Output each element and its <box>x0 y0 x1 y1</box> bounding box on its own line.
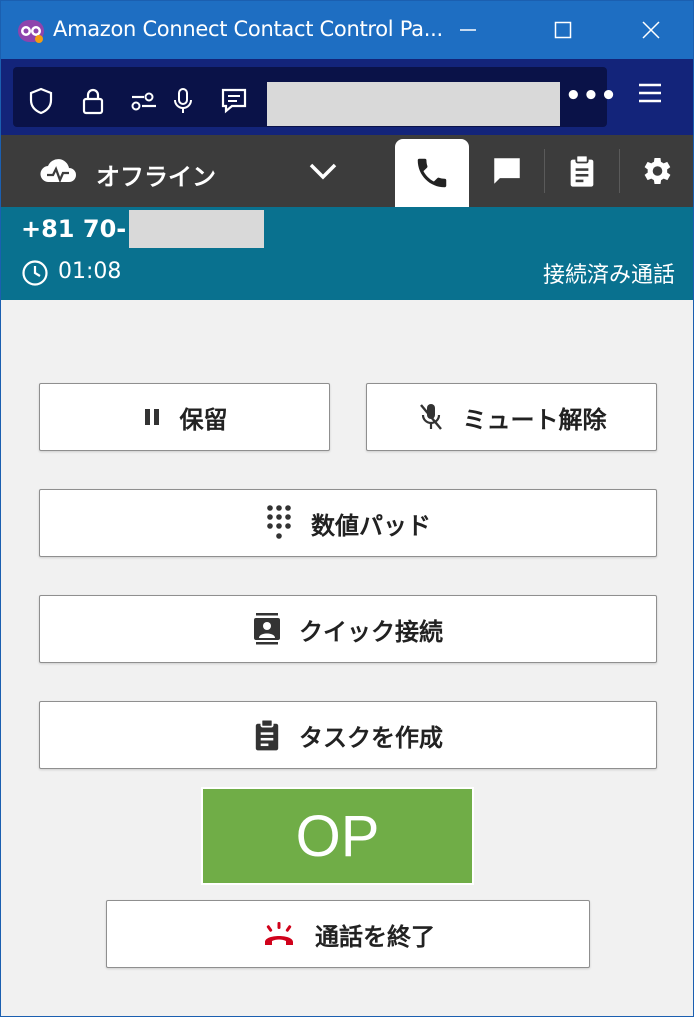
create-task-label: タスクを作成 <box>299 723 443 752</box>
browser-toolbar: ••• <box>1 59 693 135</box>
unmute-button[interactable]: ミュート解除 <box>366 383 657 451</box>
address-bar[interactable]: ••• <box>13 67 617 127</box>
contact-book-icon <box>254 613 280 645</box>
lock-icon[interactable] <box>79 87 107 115</box>
create-task-button[interactable]: タスクを作成 <box>39 701 657 769</box>
ccp-header: オフライン <box>1 135 693 207</box>
maximize-icon <box>554 21 572 39</box>
clipboard-icon <box>255 718 279 751</box>
hamburger-menu-icon[interactable] <box>637 82 663 108</box>
phone-number-redacted <box>129 210 264 248</box>
tab-phone[interactable] <box>395 139 469 207</box>
clock-icon <box>21 259 49 291</box>
microphone-muted-icon <box>419 404 442 430</box>
quick-connect-label: クイック接続 <box>299 617 443 646</box>
tab-chat[interactable] <box>471 135 543 207</box>
close-button[interactable] <box>631 11 671 49</box>
shield-icon[interactable] <box>27 87 55 115</box>
minimize-button[interactable] <box>448 11 488 49</box>
quick-connect-button[interactable]: クイック接続 <box>39 595 657 663</box>
close-icon <box>642 21 660 39</box>
chevron-down-icon[interactable] <box>307 159 339 187</box>
phone-icon <box>417 158 447 188</box>
app-logo-icon <box>17 18 45 44</box>
tab-tasks[interactable] <box>546 135 618 207</box>
op-indicator: OP <box>201 787 474 885</box>
chat-icon <box>494 158 520 184</box>
permissions-icon[interactable] <box>130 87 158 115</box>
hold-button[interactable]: 保留 <box>39 383 330 451</box>
url-redacted <box>267 82 560 126</box>
title-bar: Amazon Connect Contact Control Pa... <box>1 1 693 59</box>
numpad-label: 数値パッド <box>311 511 431 540</box>
caller-phone-number: +81 70- <box>21 215 127 243</box>
clipboard-icon <box>570 154 594 187</box>
dialpad-icon <box>267 505 291 539</box>
more-button[interactable]: ••• <box>565 81 618 111</box>
tab-divider <box>544 149 545 193</box>
unmute-label: ミュート解除 <box>462 405 607 434</box>
ccp-window: Amazon Connect Contact Control Pa... •••… <box>0 0 694 1017</box>
window-title: Amazon Connect Contact Control Pa... <box>53 17 443 41</box>
minimize-icon <box>460 29 476 31</box>
tab-settings[interactable] <box>620 135 692 207</box>
end-call-button[interactable]: 通話を終了 <box>106 900 590 968</box>
hang-up-icon <box>265 922 293 945</box>
cloud-status-icon <box>39 156 77 192</box>
agent-status-label[interactable]: オフライン <box>96 157 216 192</box>
contact-state-label: 接続済み通話 <box>542 263 675 288</box>
numpad-button[interactable]: 数値パッド <box>39 489 657 557</box>
call-timer: 01:08 <box>58 259 122 284</box>
end-call-label: 通話を終了 <box>315 922 435 951</box>
maximize-button[interactable] <box>543 11 583 49</box>
microphone-icon[interactable] <box>169 87 197 115</box>
contact-info-bar: +81 70- 01:08 接続済み通話 <box>1 207 693 300</box>
reader-icon[interactable] <box>220 87 248 115</box>
pause-icon <box>144 409 159 425</box>
gear-icon <box>644 157 671 185</box>
hold-label: 保留 <box>179 405 228 434</box>
